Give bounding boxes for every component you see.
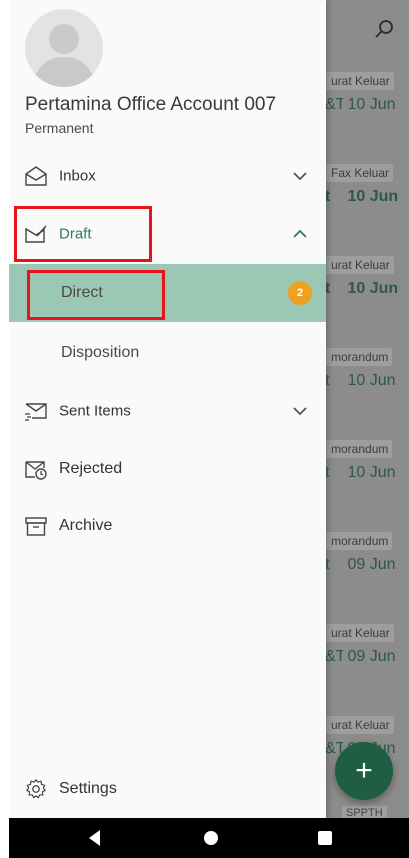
category-tag: morandum <box>325 348 393 366</box>
rejected-envelope-icon <box>25 461 47 480</box>
date-label: 10 Jun <box>347 188 399 205</box>
highlight-box-draft <box>14 206 152 262</box>
date-prefix: t <box>325 188 331 205</box>
date-prefix: t <box>325 556 330 573</box>
search-icon[interactable] <box>372 18 396 42</box>
back-icon[interactable] <box>85 828 105 848</box>
background-list-item: urat Keluar &T 10 Jun <box>325 72 409 142</box>
background-list-item: morandum t 09 Jun <box>325 532 409 602</box>
chevron-down-icon[interactable] <box>292 403 308 419</box>
navigation-drawer: Pertamina Office Account 007 Permanent I… <box>9 0 326 818</box>
nav-item-archive[interactable]: Archive <box>9 498 326 554</box>
highlight-box-direct <box>27 270 165 320</box>
nav-item-sent-items[interactable]: Sent Items <box>9 383 326 439</box>
chevron-up-icon[interactable] <box>292 226 308 242</box>
system-navigation-bar <box>9 818 409 858</box>
nav-label-inbox: Inbox <box>59 167 96 185</box>
nav-label-rejected: Rejected <box>59 460 123 477</box>
nav-label-sent-items: Sent Items <box>59 402 131 420</box>
category-tag: morandum <box>325 440 393 458</box>
nav-label-settings: Settings <box>59 780 117 797</box>
nav-label-archive: Archive <box>59 517 113 534</box>
account-type: Permanent <box>25 120 94 136</box>
nav-item-inbox[interactable]: Inbox <box>9 148 326 204</box>
chevron-down-icon[interactable] <box>292 168 308 184</box>
home-icon[interactable] <box>201 828 221 848</box>
date-label: 09 Jun <box>347 556 396 573</box>
category-tag: urat Keluar <box>325 716 394 734</box>
category-tag: urat Keluar <box>325 72 394 90</box>
date-label: 09 Jun <box>347 648 396 665</box>
unread-count-badge: 2 <box>288 281 312 305</box>
category-tag: morandum <box>325 532 393 550</box>
date-label: 10 Jun <box>347 280 399 297</box>
category-tag: Fax Keluar <box>325 164 394 182</box>
nav-subitem-disposition[interactable]: Disposition <box>9 324 326 382</box>
app-frame: urat Keluar &T 10 Jun Fax Keluar t 10 Ju… <box>9 0 409 858</box>
date-prefix: &T <box>325 96 343 113</box>
archive-box-icon <box>25 517 47 536</box>
date-prefix: t <box>325 280 331 297</box>
nav-label-disposition: Disposition <box>61 344 140 361</box>
background-list-item: urat Keluar t 10 Jun <box>325 256 409 326</box>
compose-fab-button[interactable]: + <box>335 742 393 800</box>
date-label: 10 Jun <box>347 96 396 113</box>
inbox-envelope-icon <box>25 166 47 186</box>
plus-icon: + <box>355 754 373 787</box>
background-list-item: Fax Keluar t 10 Jun <box>325 164 409 234</box>
date-prefix: t <box>325 464 330 481</box>
background-list-item: morandum t 10 Jun <box>325 440 409 510</box>
account-name: Pertamina Office Account 007 <box>25 94 277 115</box>
date-prefix: &T <box>325 648 343 665</box>
background-list-item: morandum t 10 Jun <box>325 348 409 418</box>
category-tag: urat Keluar <box>325 256 394 274</box>
recents-icon[interactable] <box>315 828 335 848</box>
avatar <box>25 9 103 87</box>
user-silhouette-icon <box>33 24 95 87</box>
gear-icon <box>25 778 47 799</box>
nav-item-rejected[interactable]: Rejected <box>9 441 326 497</box>
background-list-item: urat Keluar &T 09 Jun <box>325 624 409 694</box>
nav-item-settings[interactable]: Settings <box>9 761 326 817</box>
date-label: 10 Jun <box>347 372 396 389</box>
date-prefix: t <box>325 372 330 389</box>
sent-envelope-icon <box>25 403 47 421</box>
category-tag: urat Keluar <box>325 624 394 642</box>
date-label: 10 Jun <box>347 464 396 481</box>
